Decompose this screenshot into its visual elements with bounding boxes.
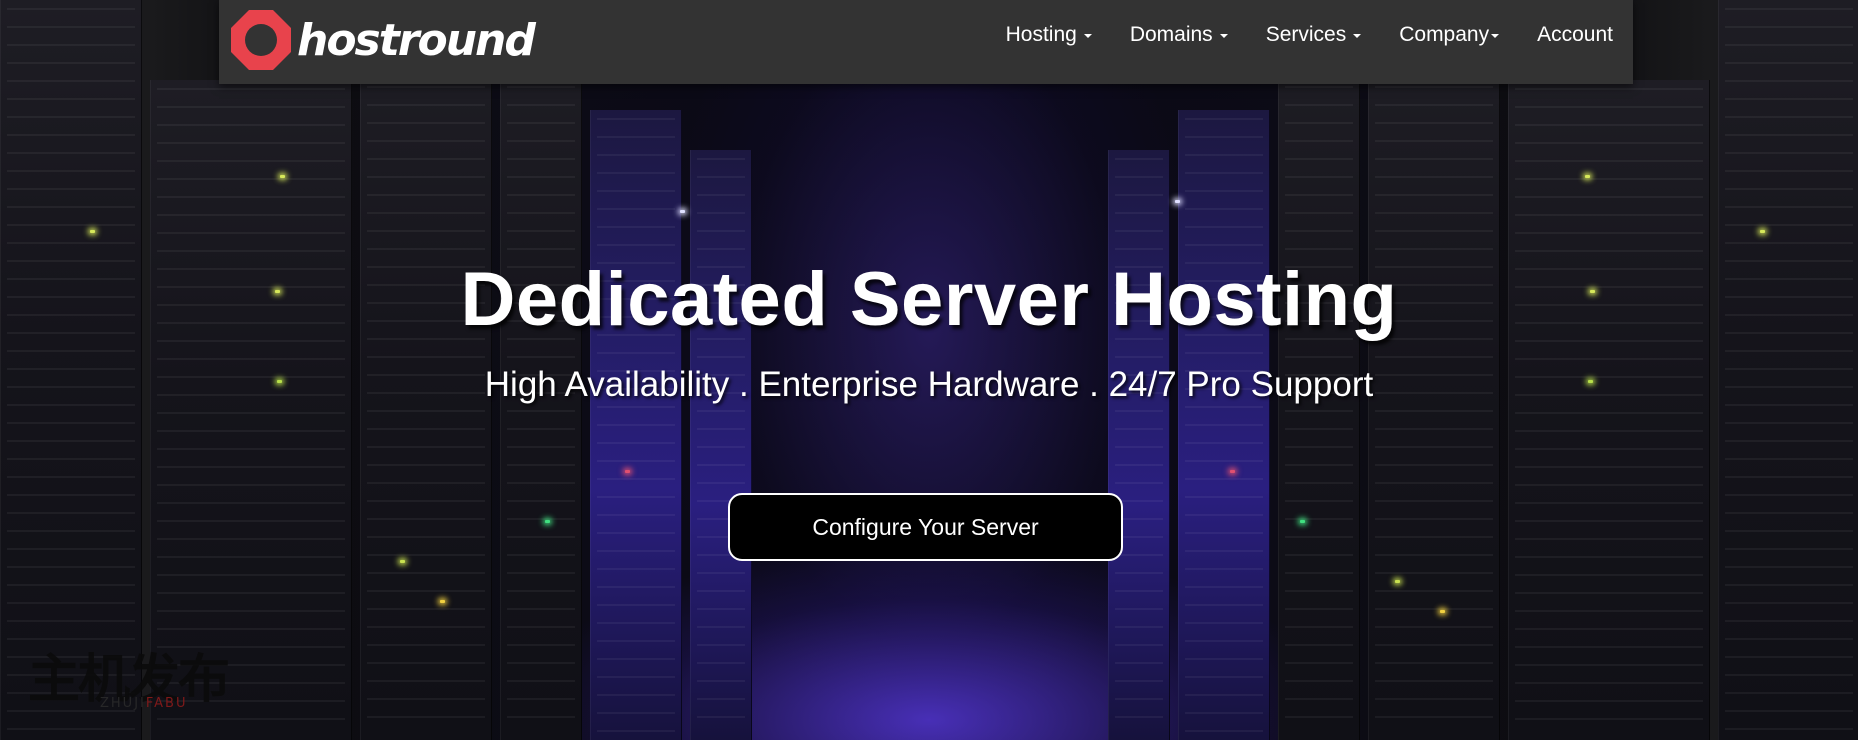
- hero-title: Dedicated Server Hosting: [460, 257, 1398, 342]
- server-rack: [690, 150, 752, 740]
- nav-item-company[interactable]: Company: [1399, 23, 1500, 47]
- server-rack: [150, 80, 352, 740]
- server-rack: [1178, 110, 1270, 740]
- octagon-ring-icon: [231, 10, 291, 70]
- nav-item-account[interactable]: Account: [1537, 23, 1613, 47]
- nav-item-hosting[interactable]: Hosting: [1006, 23, 1092, 47]
- watermark: 主机发布 ZHUJIFABU: [28, 650, 238, 720]
- indicator-light: [1230, 470, 1235, 473]
- indicator-light: [280, 175, 285, 178]
- nav-item-services[interactable]: Services: [1266, 23, 1362, 47]
- indicator-light: [1395, 580, 1400, 583]
- indicator-light: [1175, 200, 1180, 203]
- indicator-light: [400, 560, 405, 563]
- indicator-light: [1760, 230, 1765, 233]
- indicator-light: [680, 210, 685, 213]
- navbar: hostround Hosting Domains Services Compa…: [219, 0, 1633, 84]
- indicator-light: [440, 600, 445, 603]
- nav-item-label: Services: [1265, 23, 1347, 46]
- server-rack: [590, 110, 682, 740]
- caret-down-icon: [1219, 34, 1228, 38]
- caret-down-icon: [1491, 34, 1500, 38]
- nav-item-label: Hosting: [1005, 23, 1077, 46]
- nav-item-label: Company: [1399, 23, 1490, 46]
- nav-item-label: Account: [1537, 23, 1613, 46]
- indicator-light: [1440, 610, 1445, 613]
- server-rack: [1108, 150, 1170, 740]
- server-rack: [1508, 80, 1710, 740]
- logo-link[interactable]: hostround: [229, 6, 536, 74]
- indicator-light: [625, 470, 630, 473]
- watermark-text-en-b: FABU: [145, 696, 188, 711]
- nav-item-domains[interactable]: Domains: [1130, 23, 1228, 47]
- indicator-light: [545, 520, 550, 523]
- indicator-light: [1300, 520, 1305, 523]
- indicator-light: [90, 230, 95, 233]
- hero-section: Dedicated Server Hosting High Availabili…: [0, 0, 1858, 740]
- hero-subtitle: High Availability . Enterprise Hardware …: [484, 365, 1374, 404]
- logo-text: hostround: [297, 14, 536, 66]
- configure-server-button[interactable]: Configure Your Server: [728, 493, 1123, 561]
- caret-down-icon: [1083, 34, 1092, 38]
- indicator-light: [1585, 175, 1590, 178]
- watermark-text-en-a: ZHUJI: [100, 696, 146, 711]
- caret-down-icon: [1353, 34, 1362, 38]
- nav-item-label: Domains: [1129, 23, 1213, 46]
- nav-menu: Hosting Domains Services Company Account: [1006, 0, 1613, 70]
- watermark-text-en: ZHUJIFABU: [100, 696, 188, 711]
